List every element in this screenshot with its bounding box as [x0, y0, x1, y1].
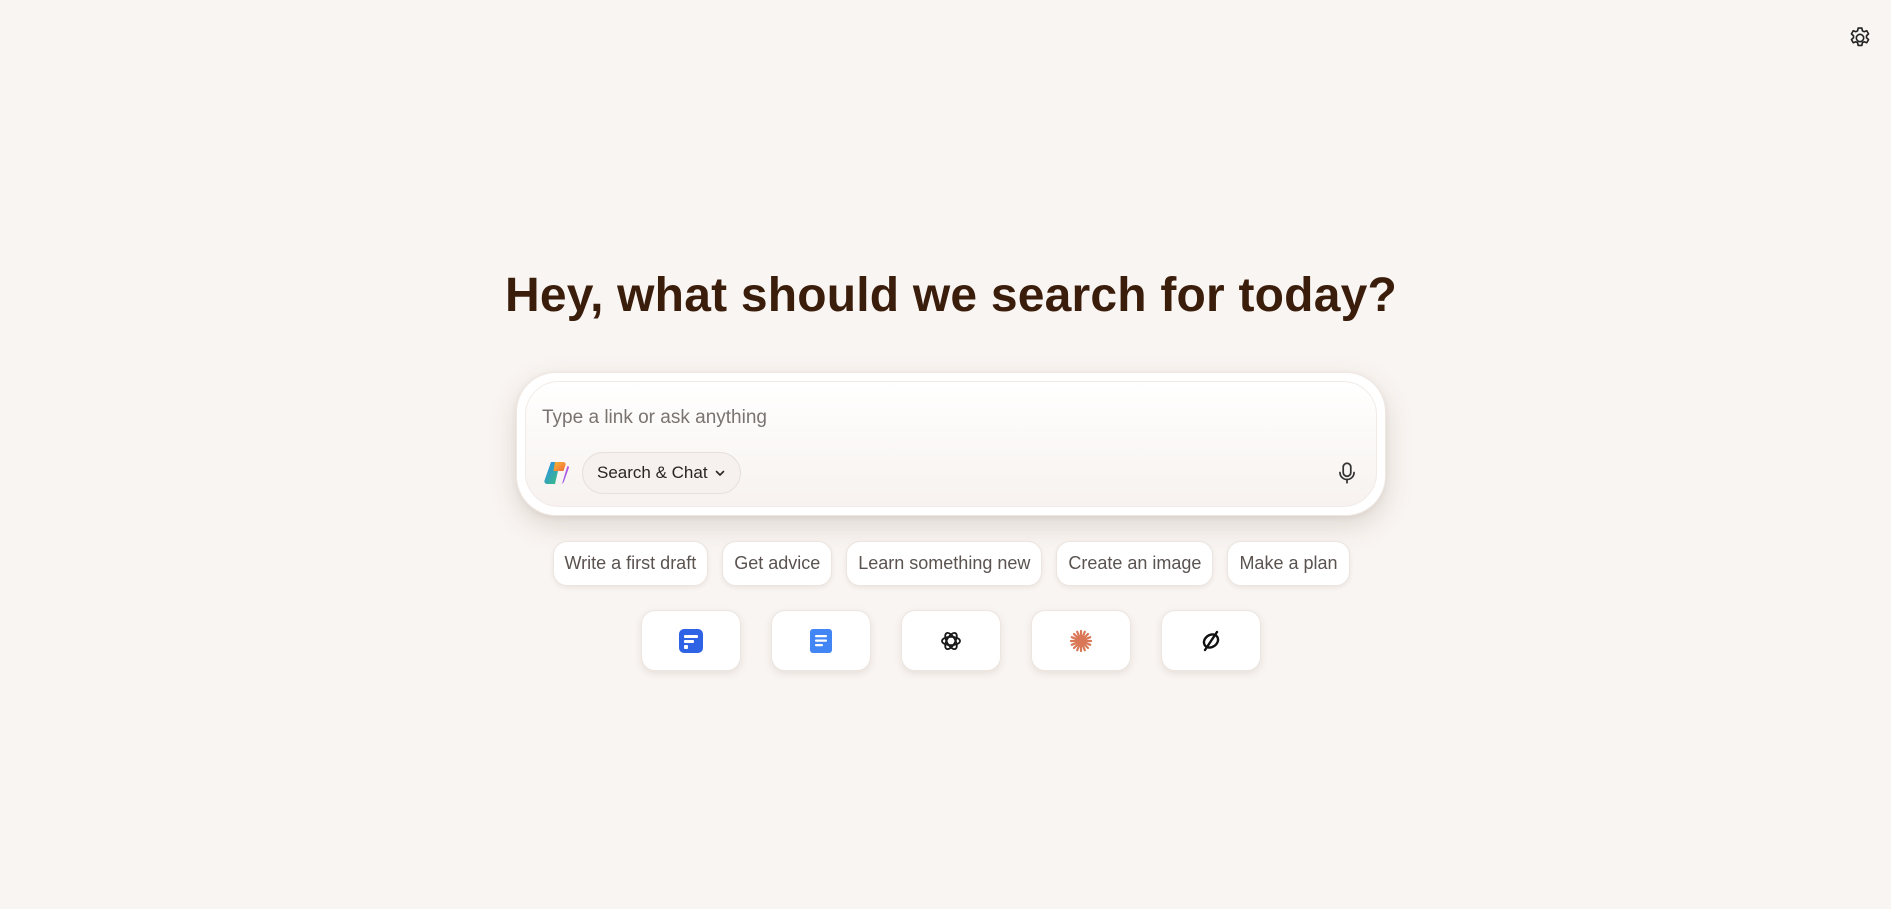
search-input[interactable]: [542, 402, 1302, 434]
app-shortcut-docs[interactable]: [771, 610, 871, 671]
openai-icon: [941, 631, 961, 650]
suggestion-chip[interactable]: Get advice: [722, 541, 833, 586]
suggestion-chip[interactable]: Write a first draft: [552, 541, 709, 586]
settings-button[interactable]: [1846, 24, 1874, 52]
app-shortcut-chatgpt[interactable]: [901, 610, 1001, 671]
claude-icon: [1069, 629, 1093, 652]
suggestion-chip[interactable]: Make a plan: [1227, 541, 1350, 586]
suggestion-chip[interactable]: Create an image: [1056, 541, 1214, 586]
mode-selector[interactable]: Search & Chat: [582, 452, 741, 494]
suggestion-chip[interactable]: Learn something new: [846, 541, 1043, 586]
microphone-button[interactable]: [1332, 458, 1362, 488]
perplexity-icon: [1202, 630, 1220, 651]
copilot-logo-icon: [544, 462, 569, 484]
composer: Search & Chat: [516, 372, 1386, 516]
suggestion-chips: Write a first draft Get advice Learn som…: [0, 541, 1891, 586]
microphone-icon: [1339, 462, 1355, 484]
chevron-down-icon: [715, 470, 724, 476]
page-title: Hey, what should we search for today?: [504, 269, 1398, 322]
app-shortcut-forms[interactable]: [641, 610, 741, 671]
mode-label: Search & Chat: [597, 463, 708, 482]
docs-app-icon: [810, 628, 832, 653]
app-shortcut-claude[interactable]: [1031, 610, 1131, 671]
app-shortcuts: [0, 610, 1891, 671]
app-shortcut-perplexity[interactable]: [1161, 610, 1261, 671]
composer-body: Search & Chat: [525, 381, 1377, 507]
gear-icon: [1850, 27, 1870, 47]
form-app-icon: [679, 628, 703, 653]
page: Hey, what should we search for today? Ty…: [0, 0, 1891, 909]
